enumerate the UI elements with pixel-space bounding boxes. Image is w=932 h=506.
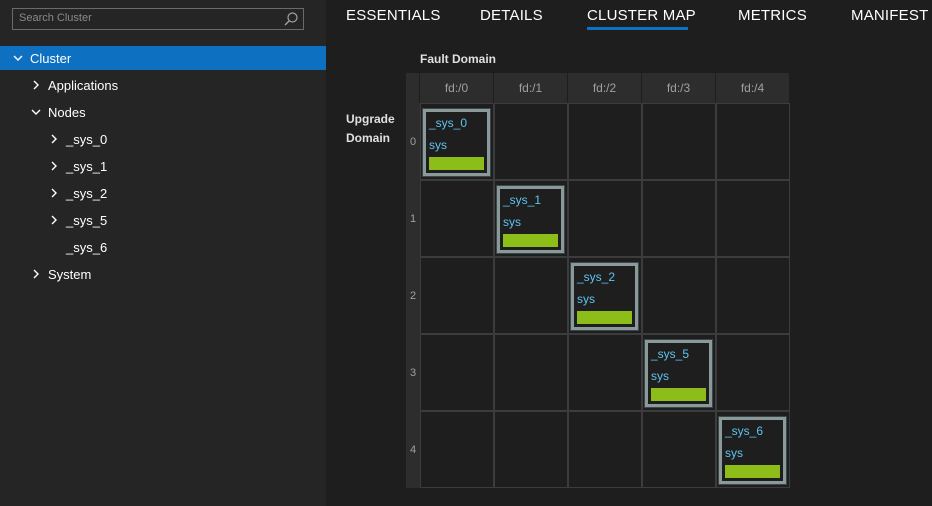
grid-cell <box>642 180 716 257</box>
grid-cell <box>494 334 568 411</box>
tab-cluster-map[interactable]: CLUSTER MAP <box>587 7 696 24</box>
grid-cell <box>494 257 568 334</box>
main-panel: ESSENTIALS DETAILS CLUSTER MAP METRICS M… <box>326 0 932 506</box>
search-input[interactable]: Search Cluster <box>19 12 92 24</box>
node-health-bar <box>429 157 484 170</box>
node-health-bar <box>503 234 558 247</box>
tree-item-node[interactable]: _sys_2 <box>0 181 326 205</box>
grid-cell <box>420 180 494 257</box>
grid-cell <box>568 411 642 488</box>
upgrade-domain-header: 0 <box>406 103 420 180</box>
fault-domain-header: fd:/0 <box>420 73 494 103</box>
upgrade-domain-header: 2 <box>406 257 420 334</box>
grid-cell <box>420 411 494 488</box>
fault-domain-header: fd:/4 <box>716 73 790 103</box>
grid-cell <box>716 257 790 334</box>
tree-item-label: Applications <box>48 77 119 93</box>
grid-cell <box>420 334 494 411</box>
tree-item-label: _sys_0 <box>66 131 108 147</box>
search-box[interactable]: Search Cluster <box>12 8 304 30</box>
node-type: sys <box>429 138 447 152</box>
fault-domain-header: fd:/2 <box>568 73 642 103</box>
grid-cell <box>568 103 642 180</box>
active-tab-indicator <box>587 27 688 30</box>
tree-item-node[interactable]: _sys_5 <box>0 208 326 232</box>
tree-item-applications[interactable]: Applications <box>0 73 326 97</box>
fault-domain-header: fd:/1 <box>494 73 568 103</box>
node-type: sys <box>725 446 743 460</box>
tree-item-system[interactable]: System <box>0 262 326 286</box>
tree-item-nodes[interactable]: Nodes <box>0 100 326 124</box>
upgrade-domain-label: Upgrade Domain <box>346 110 395 148</box>
grid-cell <box>642 103 716 180</box>
tree-item-label: _sys_1 <box>66 158 108 174</box>
node-name: _sys_5 <box>651 347 690 361</box>
tab-details[interactable]: DETAILS <box>480 7 543 24</box>
tree-item-label: Cluster <box>30 50 72 66</box>
node-health-bar <box>651 388 706 401</box>
search-icon[interactable] <box>283 11 299 27</box>
chevron-right-icon[interactable] <box>30 268 42 280</box>
grid-cell <box>420 257 494 334</box>
node-tile[interactable]: _sys_1sys <box>496 185 565 254</box>
grid-cell <box>642 411 716 488</box>
grid-cell <box>568 334 642 411</box>
grid-cell <box>642 257 716 334</box>
tree-item-node[interactable]: _sys_6 <box>0 235 326 259</box>
upgrade-domain-header: 4 <box>406 411 420 488</box>
node-health-bar <box>577 311 632 324</box>
tree-item-label: _sys_6 <box>66 239 108 255</box>
tree-item-label: Nodes <box>48 104 86 120</box>
node-name: _sys_6 <box>725 424 764 438</box>
tab-essentials[interactable]: ESSENTIALS <box>346 7 441 24</box>
chevron-right-icon[interactable] <box>48 160 60 172</box>
chevron-down-icon[interactable] <box>12 52 24 64</box>
node-type: sys <box>577 292 595 306</box>
node-tile[interactable]: _sys_2sys <box>570 262 639 331</box>
tree-item-label: _sys_2 <box>66 185 108 201</box>
chevron-right-icon[interactable] <box>30 79 42 91</box>
upgrade-domain-label-line: Domain <box>346 131 391 145</box>
upgrade-domain-header: 1 <box>406 180 420 257</box>
tree-item-label: _sys_5 <box>66 212 108 228</box>
tree-item-cluster[interactable]: Cluster <box>0 46 326 70</box>
grid-corner <box>406 73 420 103</box>
tab-manifest[interactable]: MANIFEST <box>851 7 928 24</box>
node-health-bar <box>725 465 780 478</box>
grid-cell <box>716 180 790 257</box>
grid-cell <box>568 180 642 257</box>
chevron-right-icon[interactable] <box>48 214 60 226</box>
node-tile[interactable]: _sys_5sys <box>644 339 713 408</box>
node-name: _sys_2 <box>577 270 616 284</box>
grid-cell <box>716 334 790 411</box>
tab-metrics[interactable]: METRICS <box>738 7 807 24</box>
node-name: _sys_1 <box>503 193 542 207</box>
fault-domain-header: fd:/3 <box>642 73 716 103</box>
node-name: _sys_0 <box>429 116 468 130</box>
upgrade-domain-header: 3 <box>406 334 420 411</box>
grid-cell <box>494 411 568 488</box>
node-type: sys <box>503 215 521 229</box>
tree-item-node[interactable]: _sys_1 <box>0 154 326 178</box>
grid-cell <box>494 103 568 180</box>
grid-cell <box>716 103 790 180</box>
sidebar: Search Cluster Cluster Applications Node… <box>0 0 326 506</box>
tree-item-label: System <box>48 266 92 282</box>
chevron-right-icon[interactable] <box>48 133 60 145</box>
fault-domain-label: Fault Domain <box>420 52 497 66</box>
tree-item-node[interactable]: _sys_0 <box>0 127 326 151</box>
node-tile[interactable]: _sys_6sys <box>718 416 787 485</box>
chevron-right-icon[interactable] <box>48 187 60 199</box>
node-tile[interactable]: _sys_0sys <box>422 108 491 177</box>
chevron-down-icon[interactable] <box>30 106 42 118</box>
node-type: sys <box>651 369 669 383</box>
upgrade-domain-label-line: Upgrade <box>346 112 395 126</box>
